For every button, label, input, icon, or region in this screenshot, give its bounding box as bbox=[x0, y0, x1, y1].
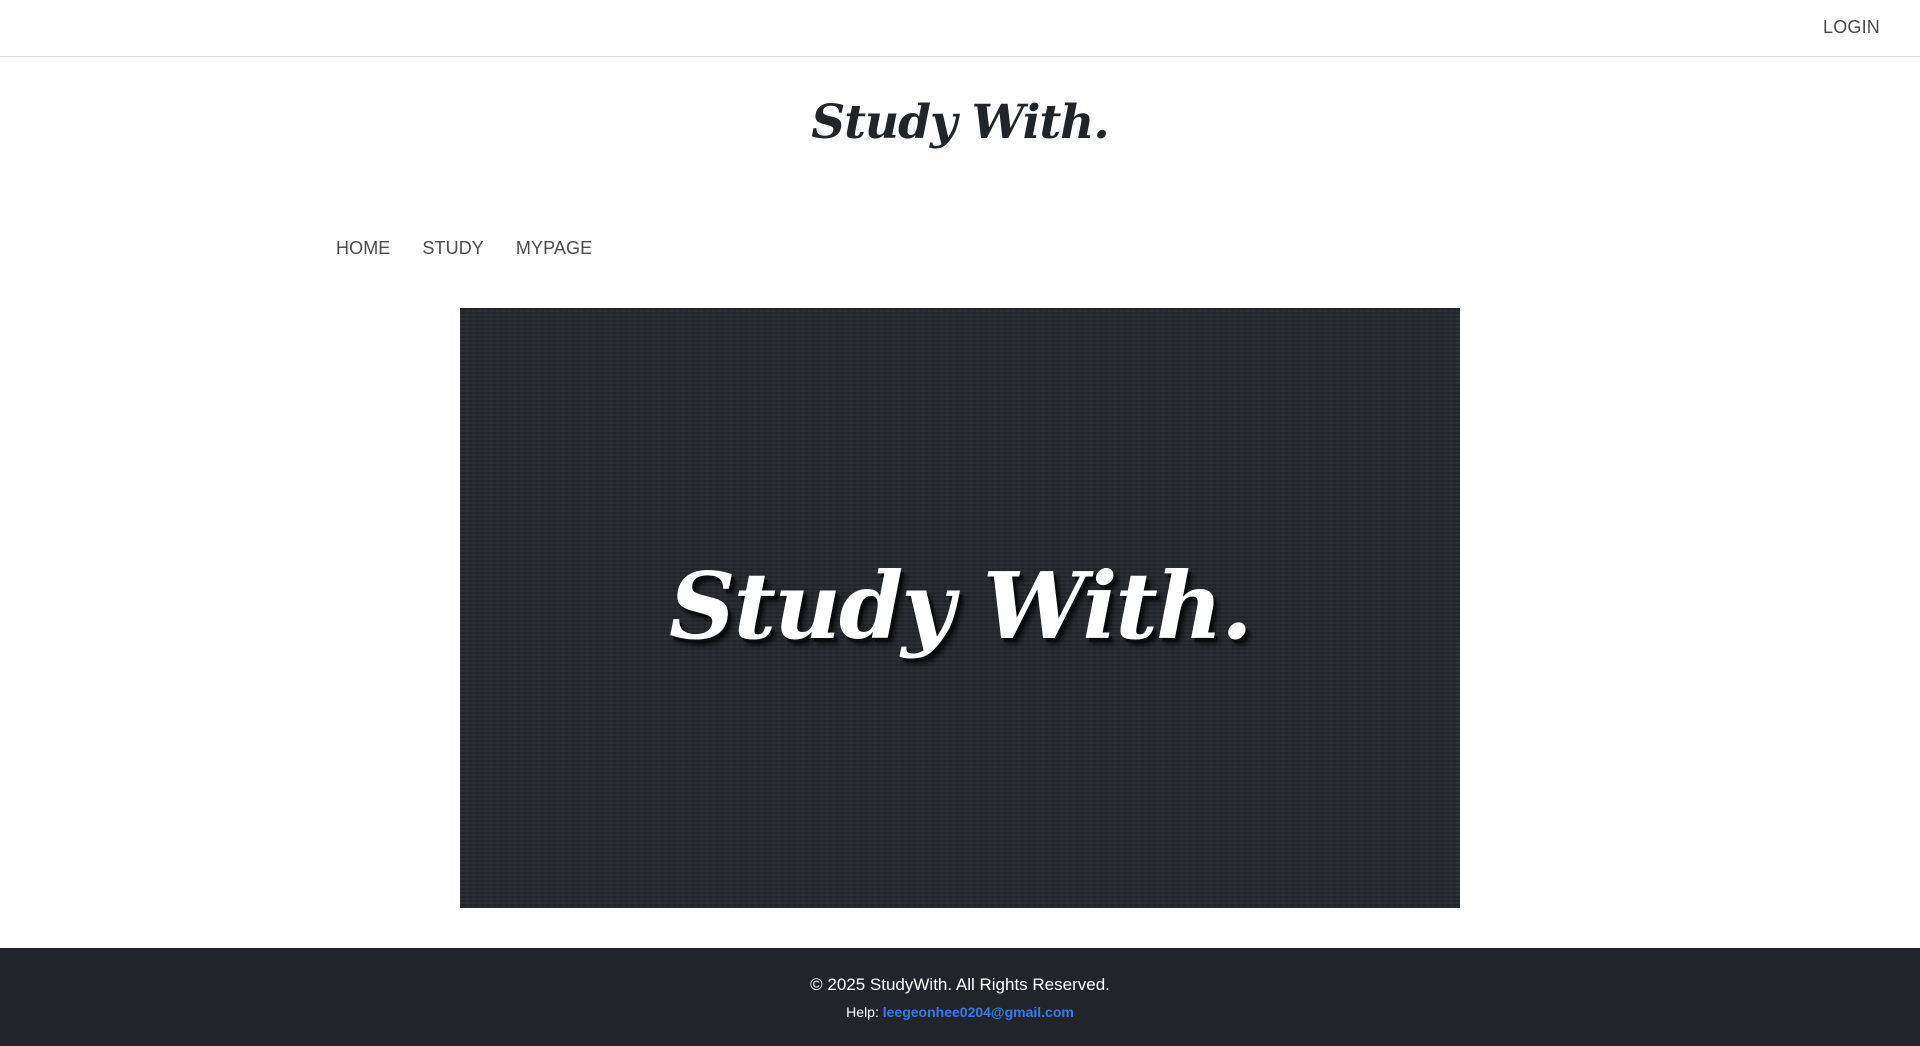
hero-logo-text: Study With. bbox=[669, 552, 1253, 660]
site-brand-title[interactable]: Study With. bbox=[0, 95, 1920, 150]
footer-help-label: Help: bbox=[846, 1004, 879, 1020]
footer-help: Help: leegeonhee0204@gmail.com bbox=[0, 1004, 1920, 1020]
nav-item-study[interactable]: STUDY bbox=[422, 238, 484, 259]
login-link[interactable]: LOGIN bbox=[1823, 17, 1880, 38]
top-bar: LOGIN bbox=[0, 0, 1920, 57]
footer-copyright: © 2025 StudyWith. All Rights Reserved. bbox=[810, 975, 1110, 994]
nav-item-home[interactable]: HOME bbox=[336, 238, 390, 259]
footer-help-email-link[interactable]: leegeonhee0204@gmail.com bbox=[883, 1004, 1074, 1020]
footer: © 2025 StudyWith. All Rights Reserved. H… bbox=[0, 948, 1920, 1046]
main-nav: HOME STUDY MYPAGE bbox=[336, 238, 592, 259]
nav-item-mypage[interactable]: MYPAGE bbox=[516, 238, 592, 259]
hero-banner: Study With. bbox=[460, 308, 1460, 908]
